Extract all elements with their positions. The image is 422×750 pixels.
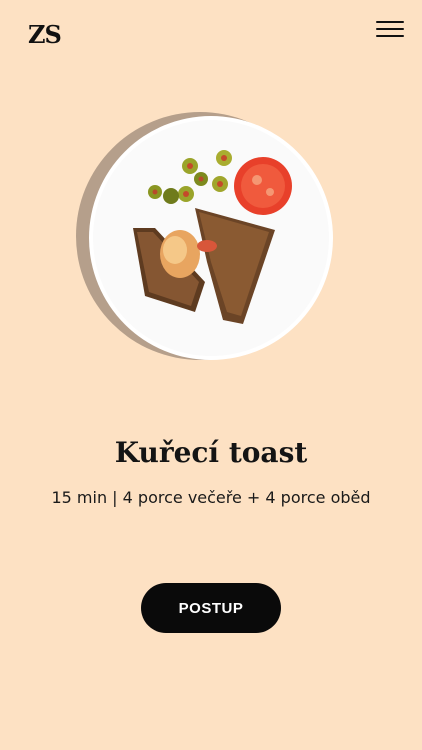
postup-button[interactable]: POSTUP bbox=[141, 583, 281, 633]
tomato-slice bbox=[234, 157, 292, 215]
recipe-meta: 15 min | 4 porce večeře + 4 porce oběd bbox=[51, 488, 371, 507]
recipe-title: Kuřecí toast bbox=[114, 436, 308, 469]
recipe-photo bbox=[76, 112, 333, 360]
logo[interactable]: ZS bbox=[28, 20, 62, 49]
hamburger-menu-icon[interactable] bbox=[376, 18, 404, 40]
